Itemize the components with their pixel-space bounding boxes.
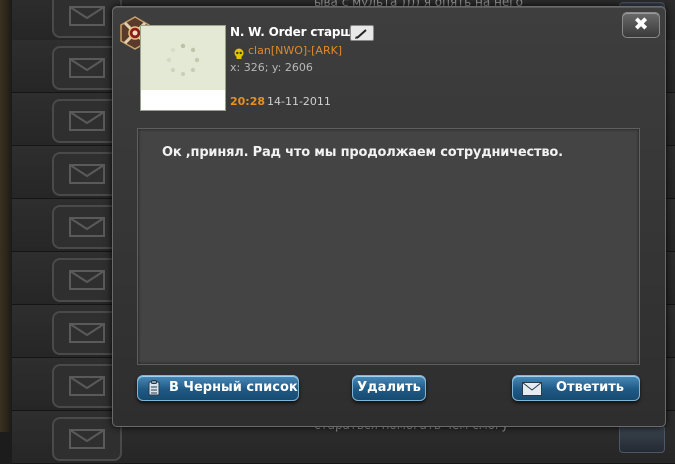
envelope-icon — [522, 381, 542, 405]
message-text: Ок ,принял. Рад что мы продолжаем сотруд… — [162, 145, 563, 160]
blacklist-button[interactable]: В Черный список — [137, 375, 299, 401]
pencil-icon[interactable] — [350, 25, 374, 41]
close-button[interactable]: ✖ — [622, 12, 660, 38]
delete-button[interactable]: Удалить — [352, 375, 426, 401]
clan-link[interactable]: clan[NWO]-[ARK] — [248, 44, 342, 57]
sender-name[interactable]: N. W. Order старший — [230, 25, 369, 39]
reply-button-label: Ответить — [556, 380, 625, 395]
avatar-caption-strip — [141, 90, 225, 110]
avatar[interactable] — [140, 25, 226, 111]
blacklist-button-label: В Черный список — [169, 380, 298, 395]
coordinates[interactable]: x: 326; y: 2606 — [230, 61, 313, 74]
clipboard-icon — [148, 380, 160, 405]
loading-spinner-icon — [166, 43, 200, 77]
background-left-strip — [0, 0, 12, 432]
message-time: 20:28 — [230, 95, 266, 108]
message-body: Ок ,принял. Рад что мы продолжаем сотруд… — [137, 128, 640, 365]
reply-button[interactable]: Ответить — [512, 375, 640, 401]
message-date: 14-11-2011 — [267, 95, 331, 108]
list-item-button[interactable] — [619, 425, 665, 453]
